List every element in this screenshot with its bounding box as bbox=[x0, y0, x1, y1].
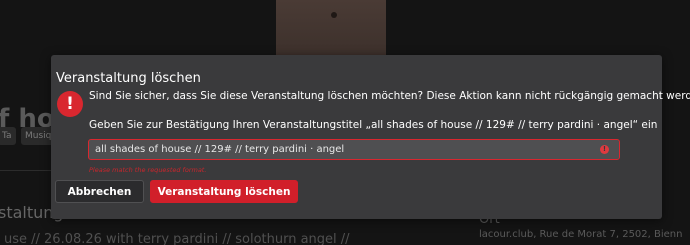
delete-event-dialog: Veranstaltung löschen ! Sind Sie sicher,… bbox=[51, 55, 690, 219]
dialog-title: Veranstaltung löschen bbox=[56, 71, 201, 86]
page: f hous Ta Musiqu staltung use // 26.08.2… bbox=[0, 0, 690, 245]
event-title-confirm-input[interactable] bbox=[88, 139, 620, 160]
alert-icon: ! bbox=[57, 91, 83, 117]
confirmation-instruction: Geben Sie zur Bestätigung Ihren Veransta… bbox=[89, 119, 658, 131]
event-image-detail bbox=[331, 12, 337, 18]
location-address: lacour.club, Rue de Morat 7, 2502, Bienn bbox=[479, 229, 683, 240]
input-error-icon: ! bbox=[600, 145, 609, 154]
event-info-line: use // 26.08.26 with terry pardini // so… bbox=[4, 232, 350, 245]
validation-error-message: Please match the requested format. bbox=[89, 166, 207, 174]
event-image bbox=[276, 0, 386, 58]
delete-event-button[interactable]: Veranstaltung löschen bbox=[150, 180, 298, 203]
cancel-button[interactable]: Abbrechen bbox=[55, 180, 144, 203]
confirmation-message: Sind Sie sicher, dass Sie diese Veransta… bbox=[89, 90, 690, 102]
event-tag: Ta bbox=[0, 127, 16, 145]
